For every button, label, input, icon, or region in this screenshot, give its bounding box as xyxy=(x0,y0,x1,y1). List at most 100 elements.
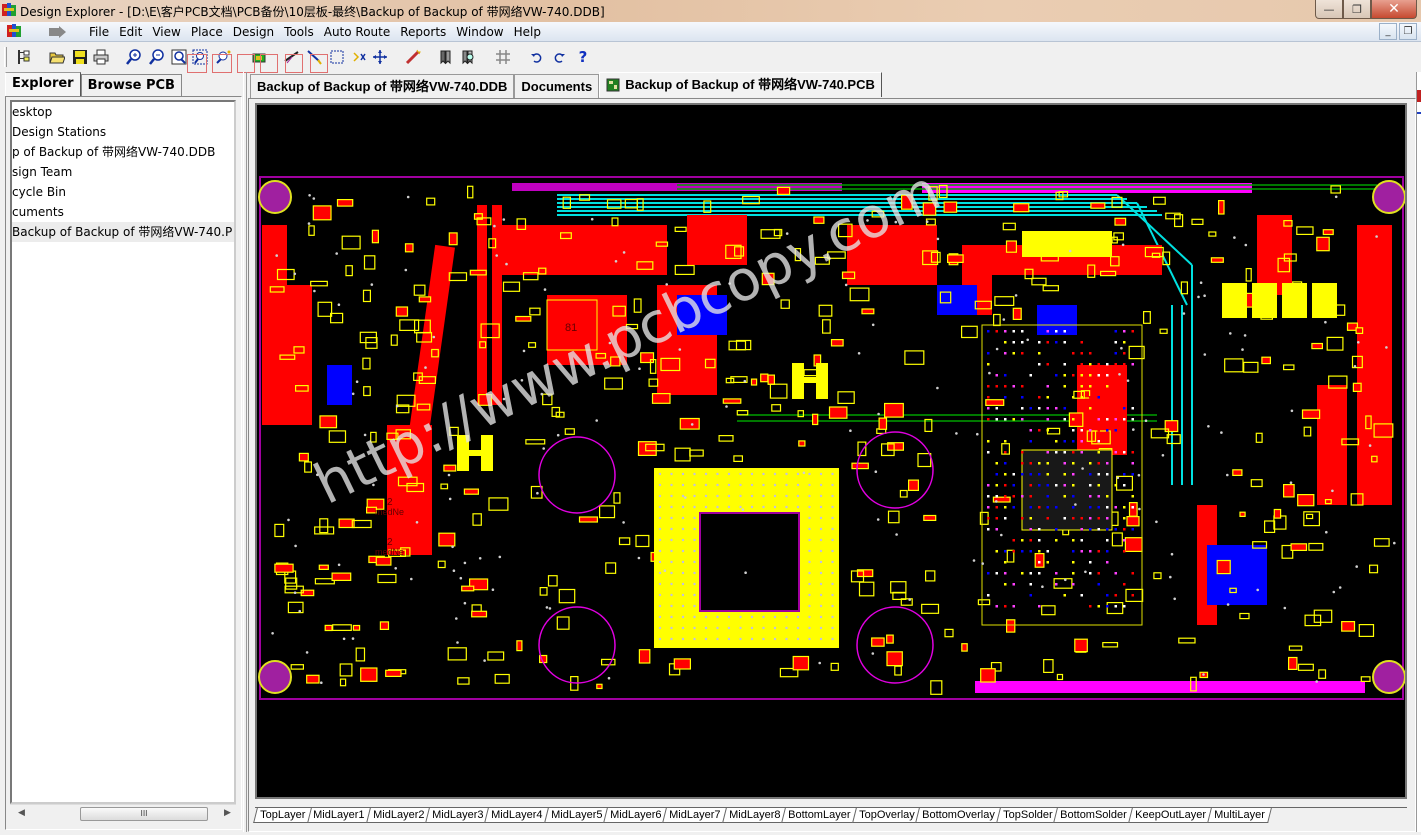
bga-ball xyxy=(1106,550,1109,553)
bga-ball xyxy=(1131,473,1134,476)
via xyxy=(536,491,539,495)
layer-tab-bottomsolder[interactable]: BottomSolder xyxy=(1053,808,1134,823)
mdi-minimize-button[interactable]: _ xyxy=(1379,23,1397,40)
select-area-button[interactable] xyxy=(328,48,346,66)
undo-button[interactable] xyxy=(528,48,546,66)
scroll-right-icon[interactable]: ▶ xyxy=(224,808,231,818)
socket-pin xyxy=(693,571,696,575)
tab-explorer[interactable]: Explorer xyxy=(5,72,81,97)
menu-place[interactable]: Place xyxy=(186,24,228,40)
document-icon[interactable] xyxy=(7,24,21,38)
tree-toggle-button[interactable] xyxy=(14,48,32,66)
menu-auto-route[interactable]: Auto Route xyxy=(319,24,396,40)
open-button[interactable] xyxy=(48,48,66,66)
via xyxy=(877,412,880,416)
layer-tab-toplayer[interactable]: TopLayer xyxy=(253,808,313,823)
bga-ball xyxy=(1063,440,1066,443)
tab-browse-pcb[interactable]: Browse PCB xyxy=(80,74,182,97)
layer-tab-midlayer6[interactable]: MidLayer6 xyxy=(603,808,669,823)
grid-button[interactable] xyxy=(494,48,512,66)
bga-ball xyxy=(1012,506,1015,509)
socket-pin xyxy=(727,483,731,487)
layer-tab-topsolder[interactable]: TopSolder xyxy=(996,808,1060,823)
right-panel-edge xyxy=(1416,72,1421,832)
bga-ball xyxy=(987,363,990,366)
tab-pcb[interactable]: Backup of Backup of 带网络VW-740.PCB xyxy=(599,72,882,97)
horizontal-scrollbar[interactable]: ◀ III ▶ xyxy=(10,804,236,822)
layer-tab-midlayer8[interactable]: MidLayer8 xyxy=(721,808,788,823)
panel-splitter[interactable] xyxy=(243,72,247,832)
via xyxy=(545,606,549,609)
via xyxy=(456,641,459,644)
restore-button[interactable]: ❐ xyxy=(1343,0,1371,19)
layer-tab-bottomoverlay[interactable]: BottomOverlay xyxy=(915,808,1002,823)
scroll-left-icon[interactable]: ◀ xyxy=(18,808,25,818)
close-button[interactable]: ✕ xyxy=(1371,0,1417,19)
zoom-out-button[interactable] xyxy=(148,48,166,66)
menu-reports[interactable]: Reports xyxy=(395,24,451,40)
tab-documents[interactable]: Documents xyxy=(514,74,600,98)
menu-help[interactable]: Help xyxy=(509,24,546,40)
scroll-thumb[interactable]: III xyxy=(80,807,208,821)
via xyxy=(355,380,359,384)
zoom-in-button[interactable] xyxy=(125,48,143,66)
layer-tab-midlayer2[interactable]: MidLayer2 xyxy=(365,808,431,823)
bga-ball xyxy=(1089,407,1092,410)
bga-ball xyxy=(1012,495,1015,498)
via xyxy=(337,303,341,306)
tree-item-recycle-bin[interactable]: cycle Bin xyxy=(12,182,234,202)
menu-design[interactable]: Design xyxy=(228,24,279,40)
magic-wand-button[interactable] xyxy=(404,48,422,66)
via xyxy=(308,194,311,197)
tab-ddb[interactable]: Backup of Backup of 带网络VW-740.DDB xyxy=(250,74,515,98)
browse-library-button[interactable] xyxy=(459,48,477,66)
tree-item-ddb[interactable]: p of Backup of 带网络VW-740.DDB xyxy=(12,142,234,162)
layer-tab-midlayer3[interactable]: MidLayer3 xyxy=(425,808,491,823)
component-footprint xyxy=(980,668,996,683)
layer-tab-midlayer7[interactable]: MidLayer7 xyxy=(662,808,728,823)
socket-pin xyxy=(750,483,754,487)
redo-button[interactable] xyxy=(550,48,568,66)
arrow-down-icon[interactable] xyxy=(47,26,67,38)
layer-tab-bottomlayer[interactable]: BottomLayer xyxy=(781,808,858,823)
tree-item-desktop[interactable]: esktop xyxy=(12,102,234,122)
via xyxy=(725,405,728,408)
panel-icon[interactable] xyxy=(1417,90,1421,102)
menu-edit[interactable]: Edit xyxy=(114,24,147,40)
panel-icon[interactable] xyxy=(1417,112,1421,114)
bga-ball xyxy=(1097,484,1100,487)
pcb-canvas[interactable]: 81 2 medNe 2 medNe http://www.pcbcopy.co… xyxy=(255,103,1407,799)
toolbar-grip[interactable] xyxy=(4,47,7,67)
mdi-restore-button[interactable]: ❐ xyxy=(1399,23,1417,40)
layer-tab-midlayer4[interactable]: MidLayer4 xyxy=(484,808,550,823)
menu-view[interactable]: View xyxy=(147,24,185,40)
tree-item-design-stations[interactable]: Design Stations xyxy=(12,122,234,142)
menu-tools[interactable]: Tools xyxy=(279,24,319,40)
chip-label-medne-b: medNe xyxy=(375,547,404,557)
move-button[interactable] xyxy=(371,48,389,66)
via xyxy=(448,497,452,501)
tree-item-pcb[interactable]: Backup of Backup of 带网络VW-740.P xyxy=(12,222,234,242)
layer-tab-midlayer1[interactable]: MidLayer1 xyxy=(306,808,372,823)
via xyxy=(424,366,427,369)
restore-icon: ❐ xyxy=(1352,2,1362,16)
minimize-button[interactable]: — xyxy=(1315,0,1343,19)
layer-tab-midlayer5[interactable]: MidLayer5 xyxy=(543,808,609,823)
menu-window[interactable]: Window xyxy=(451,24,508,40)
tree-item-documents[interactable]: cuments xyxy=(12,202,234,222)
layer-tab-keepoutlayer[interactable]: KeepOutLayer xyxy=(1128,808,1213,823)
print-button[interactable] xyxy=(92,48,110,66)
layer-tab-topoverlay[interactable]: TopOverlay xyxy=(851,808,922,823)
help-button[interactable]: ? xyxy=(574,48,592,66)
bga-ball xyxy=(1004,440,1007,443)
save-button[interactable] xyxy=(71,48,89,66)
bga-ball xyxy=(995,374,998,377)
library-button[interactable] xyxy=(437,48,455,66)
bga-ball xyxy=(1114,341,1117,344)
tree-item-design-team[interactable]: sign Team xyxy=(12,162,234,182)
deselect-button[interactable] xyxy=(350,48,368,66)
zoom-fit-button[interactable] xyxy=(170,48,188,66)
menu-file[interactable]: File xyxy=(84,24,114,40)
layer-tab-multilayer[interactable]: MultiLayer xyxy=(1207,808,1272,823)
via xyxy=(741,508,745,511)
